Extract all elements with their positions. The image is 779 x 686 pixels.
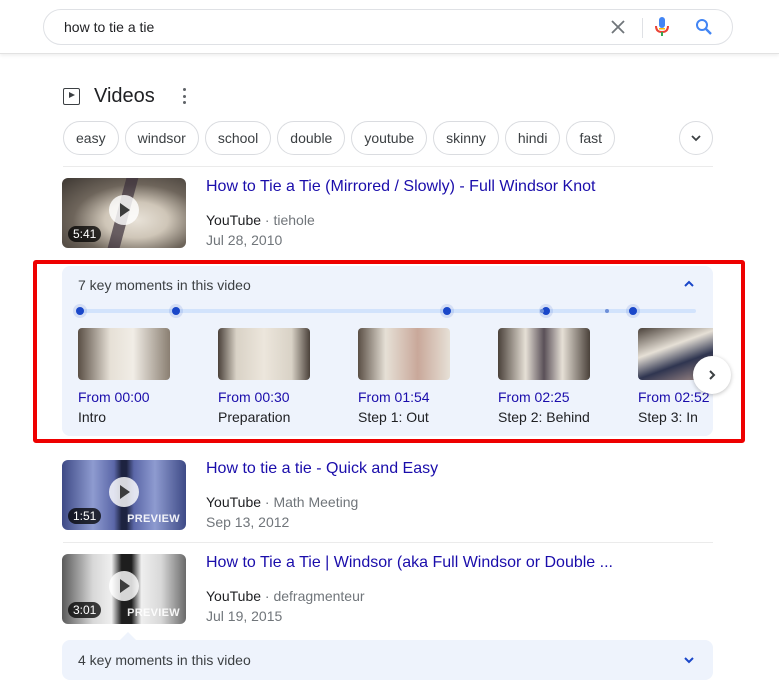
channel-name: tiehole xyxy=(273,212,315,228)
expand-key-moments-button[interactable] xyxy=(681,652,697,668)
chip-school[interactable]: school xyxy=(204,121,272,155)
video-source: YouTube · defragmenteur xyxy=(206,588,365,604)
video-thumbnail[interactable]: 5:41 xyxy=(62,178,186,248)
preview-label: PREVIEW xyxy=(127,513,180,525)
search-button[interactable] xyxy=(695,18,713,36)
video-thumbnail[interactable]: 1:51 PREVIEW xyxy=(62,460,186,530)
key-moments-collapsed[interactable]: 4 key moments in this video xyxy=(62,640,713,680)
refinement-chips: easy windsor school double youtube skinn… xyxy=(63,121,616,155)
video-icon xyxy=(63,87,80,105)
video-source: YouTube · tiehole xyxy=(206,212,315,228)
source-name: YouTube xyxy=(206,494,262,510)
video-title-link[interactable]: How to tie a tie - Quick and Easy xyxy=(206,460,438,478)
chip-double[interactable]: double xyxy=(277,121,346,155)
search-input[interactable] xyxy=(64,10,564,44)
video-date: Jul 28, 2010 xyxy=(206,232,283,248)
key-moments-label: 4 key moments in this video xyxy=(78,652,251,668)
expand-chips-button[interactable] xyxy=(679,121,713,155)
play-icon xyxy=(109,477,139,507)
videos-title: Videos xyxy=(94,84,155,107)
more-options-icon[interactable] xyxy=(183,88,187,104)
search-divider xyxy=(642,18,643,38)
videos-section-header: Videos xyxy=(63,82,187,110)
video-title-link[interactable]: How to Tie a Tie (Mirrored / Slowly) - F… xyxy=(206,178,595,196)
panel-pointer xyxy=(120,632,136,640)
video-thumbnail[interactable]: 3:01 PREVIEW xyxy=(62,554,186,624)
channel-name: defragmenteur xyxy=(273,588,365,604)
chip-skinny[interactable]: skinny xyxy=(433,121,499,155)
voice-search-button[interactable] xyxy=(654,16,670,38)
chevron-down-icon xyxy=(684,657,694,664)
chip-fast[interactable]: fast xyxy=(566,121,616,155)
duration-badge: 5:41 xyxy=(68,226,102,242)
duration-badge: 3:01 xyxy=(68,602,102,618)
video-source: YouTube · Math Meeting xyxy=(206,494,359,510)
search-box[interactable] xyxy=(43,9,733,45)
chip-windsor[interactable]: windsor xyxy=(124,121,199,155)
chip-easy[interactable]: easy xyxy=(63,121,119,155)
chevron-down-icon xyxy=(691,135,701,142)
preview-label: PREVIEW xyxy=(127,607,180,619)
play-icon xyxy=(109,571,139,601)
divider xyxy=(63,542,713,543)
source-name: YouTube xyxy=(206,588,262,604)
divider xyxy=(63,166,713,167)
video-title-link[interactable]: How to Tie a Tie | Windsor (aka Full Win… xyxy=(206,554,613,572)
video-date: Sep 13, 2012 xyxy=(206,514,290,530)
microphone-icon xyxy=(655,17,669,36)
video-date: Jul 19, 2015 xyxy=(206,608,283,624)
chip-hindi[interactable]: hindi xyxy=(504,121,561,155)
channel-name: Math Meeting xyxy=(273,494,359,510)
play-icon xyxy=(109,195,139,225)
close-icon xyxy=(611,20,625,34)
duration-badge: 1:51 xyxy=(68,508,102,524)
search-icon xyxy=(696,19,712,35)
highlight-outline xyxy=(33,260,745,443)
source-name: YouTube xyxy=(206,212,262,228)
clear-search-button[interactable] xyxy=(609,18,627,36)
search-header xyxy=(0,0,779,54)
chip-youtube[interactable]: youtube xyxy=(351,121,428,155)
